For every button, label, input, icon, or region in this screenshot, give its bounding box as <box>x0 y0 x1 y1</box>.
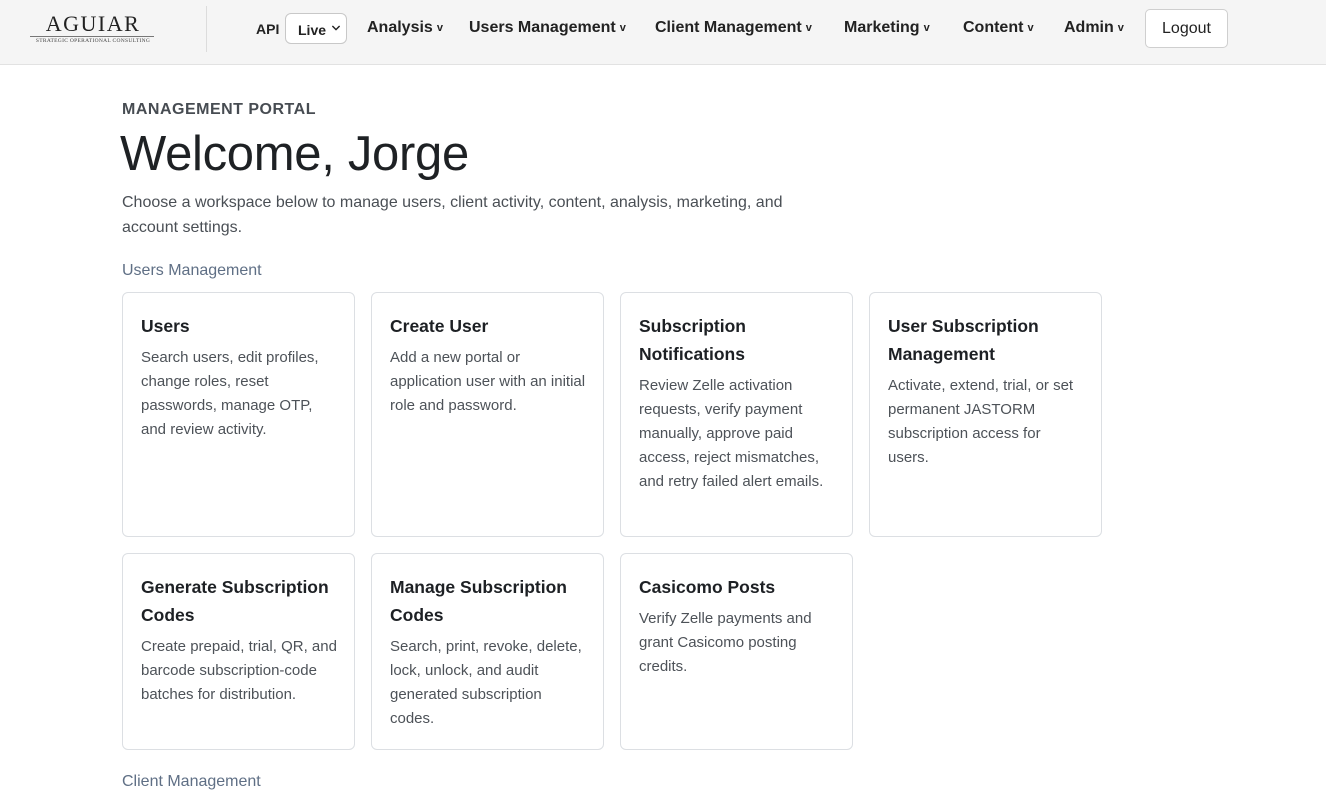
portal-eyebrow: MANAGEMENT PORTAL <box>122 101 316 118</box>
logout-button[interactable]: Logout <box>1145 9 1228 48</box>
card-title: User Subscription Management <box>888 316 1039 364</box>
card-title: Create User <box>390 316 489 336</box>
caret-down-icon: v <box>1027 22 1034 34</box>
nav-content-label: Content <box>963 19 1024 36</box>
caret-down-icon: v <box>619 22 626 34</box>
section-title-client-management: Client Management <box>122 773 261 790</box>
nav-marketing-menu[interactable]: Marketing v <box>844 19 930 37</box>
api-label: API <box>256 21 280 37</box>
card-description: Verify Zelle payments and grant Casicomo… <box>639 610 812 675</box>
card-title: Manage Subscription Codes <box>390 577 567 625</box>
nav-client-management-label: Client Management <box>655 19 802 36</box>
chevron-down-icon <box>332 25 340 31</box>
nav-analysis-menu[interactable]: Analysis v <box>367 19 443 37</box>
caret-down-icon: v <box>436 22 443 34</box>
card-description: Activate, extend, trial, or set permanen… <box>888 377 1074 466</box>
section-title-users-management: Users Management <box>122 262 262 279</box>
caret-down-icon: v <box>923 22 930 34</box>
card-description: Review Zelle activation requests, verify… <box>639 377 824 490</box>
top-navbar: AGUIAR STRATEGIC OPERATIONAL CONSULTING … <box>0 0 1326 65</box>
card-title: Users <box>141 316 190 336</box>
card-generate-subscription-codes[interactable]: Generate Subscription Codes Create prepa… <box>122 553 355 750</box>
caret-down-icon: v <box>805 22 812 34</box>
page-title: Welcome, Jorge <box>120 127 469 181</box>
logo-tagline: STRATEGIC OPERATIONAL CONSULTING <box>35 38 151 44</box>
logo-rule <box>30 36 154 37</box>
card-title: Casicomo Posts <box>639 577 776 597</box>
card-subscription-notifications[interactable]: Subscription Notifications Review Zelle … <box>620 292 853 537</box>
card-manage-subscription-codes[interactable]: Manage Subscription Codes Search, print,… <box>371 553 604 750</box>
nav-admin-label: Admin <box>1064 19 1114 36</box>
card-description: Add a new portal or application user wit… <box>390 349 586 414</box>
card-description: Create prepaid, trial, QR, and barcode s… <box>141 638 337 703</box>
card-casicomo-posts[interactable]: Casicomo Posts Verify Zelle payments and… <box>620 553 853 750</box>
card-title: Generate Subscription Codes <box>141 577 329 625</box>
logo-wordmark: AGUIAR <box>45 11 141 36</box>
card-description: Search, print, revoke, delete, lock, unl… <box>390 638 582 727</box>
nav-users-management-menu[interactable]: Users Management v <box>469 19 626 37</box>
card-title: Subscription Notifications <box>639 316 746 364</box>
nav-users-management-label: Users Management <box>469 19 616 36</box>
nav-client-management-menu[interactable]: Client Management v <box>655 19 812 37</box>
caret-down-icon: v <box>1117 22 1124 34</box>
card-user-subscription-management[interactable]: User Subscription Management Activate, e… <box>869 292 1102 537</box>
nav-marketing-label: Marketing <box>844 19 920 36</box>
card-description: Search users, edit profiles, change role… <box>141 349 319 438</box>
nav-content-menu[interactable]: Content v <box>963 19 1034 37</box>
card-users[interactable]: Users Search users, edit profiles, chang… <box>122 292 355 537</box>
nav-analysis-label: Analysis <box>367 19 433 36</box>
nav-admin-menu[interactable]: Admin v <box>1064 19 1124 37</box>
page-intro: Choose a workspace below to manage users… <box>122 194 783 236</box>
aguiar-logo[interactable]: AGUIAR STRATEGIC OPERATIONAL CONSULTING <box>30 12 156 46</box>
nav-divider <box>206 6 207 52</box>
card-create-user[interactable]: Create User Add a new portal or applicat… <box>371 292 604 537</box>
api-environment-value: Live <box>298 22 327 38</box>
api-environment-select[interactable]: Live <box>285 13 347 44</box>
